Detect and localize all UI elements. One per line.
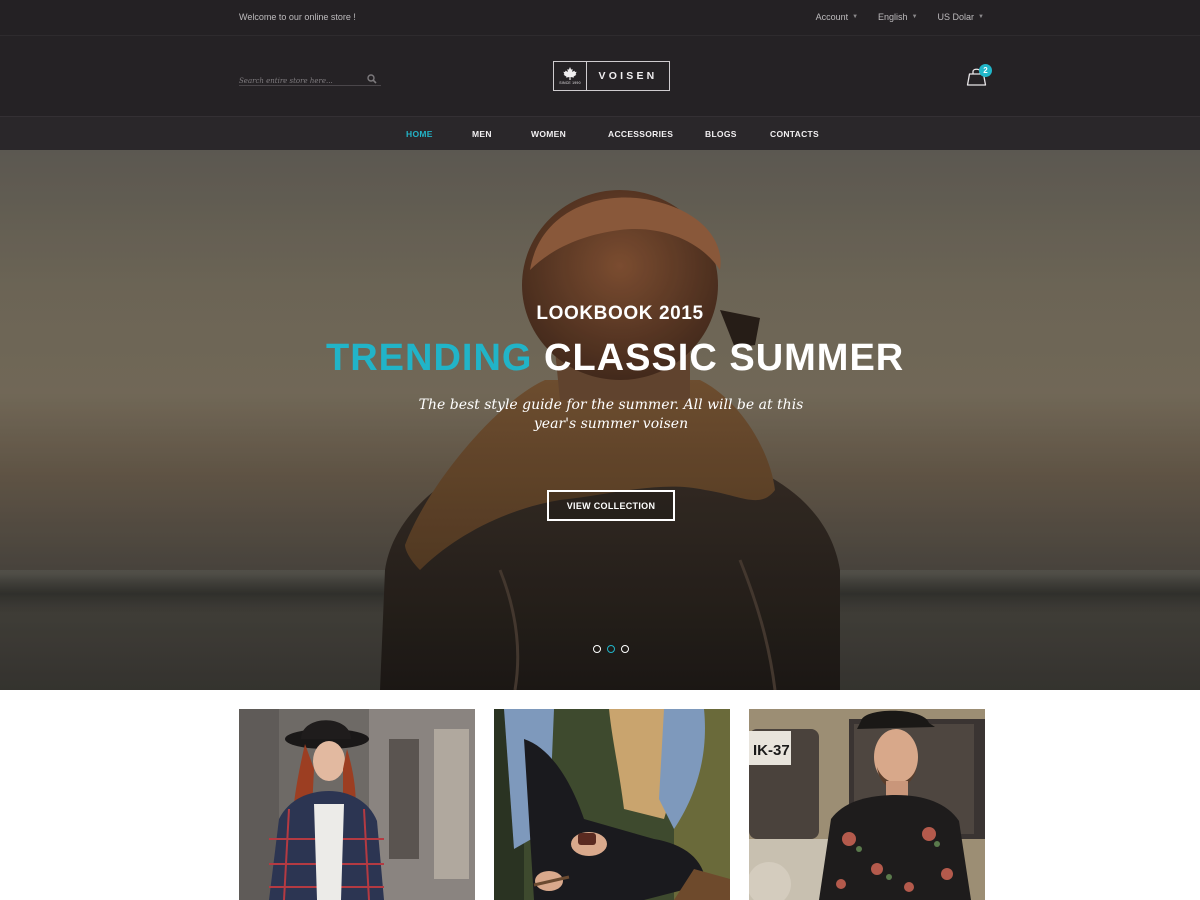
account-dropdown[interactable]: Account ▼ — [816, 12, 858, 22]
product-thumbnail-1[interactable] — [239, 709, 475, 900]
hero-title-accent: TRENDING — [326, 337, 533, 379]
product-thumbnail-3[interactable]: IK-37 — [749, 709, 985, 900]
hero-slider: LOOKBOOK 2015 TRENDING CLASSIC SUMMER Th… — [0, 150, 1200, 690]
header: SINCE 1990 VOISEN 2 — [0, 36, 1200, 117]
top-links: Account ▼ English ▼ US Dolar ▼ — [816, 12, 984, 22]
hero-title: TRENDING CLASSIC SUMMER — [326, 336, 904, 380]
product-thumbnail-2[interactable] — [494, 709, 730, 900]
maple-leaf-icon — [563, 67, 577, 80]
hero-title-main: CLASSIC SUMMER — [532, 337, 905, 379]
nav-item-home[interactable]: HOME — [406, 129, 433, 139]
site-logo[interactable]: SINCE 1990 VOISEN — [553, 61, 670, 91]
search-box — [239, 70, 381, 89]
slider-dot[interactable] — [593, 645, 601, 653]
view-collection-button[interactable]: VIEW COLLECTION — [547, 490, 675, 521]
language-dropdown[interactable]: English ▼ — [878, 12, 917, 22]
search-icon[interactable] — [367, 71, 377, 89]
nav-item-accessories[interactable]: ACCESSORIES — [608, 129, 673, 139]
language-label: English — [878, 12, 908, 22]
slider-dot-active[interactable] — [607, 645, 615, 653]
nav-item-men[interactable]: MEN — [472, 129, 492, 139]
nav-item-blogs[interactable]: BLOGS — [705, 129, 737, 139]
search-input[interactable] — [239, 74, 364, 88]
slider-dot[interactable] — [621, 645, 629, 653]
currency-label: US Dolar — [937, 12, 975, 22]
logo-since: SINCE 1990 — [559, 81, 581, 85]
account-label: Account — [815, 12, 849, 22]
nav-item-women[interactable]: WOMEN — [531, 129, 566, 139]
welcome-message: Welcome to our online store ! — [239, 12, 356, 22]
logo-emblem: SINCE 1990 — [554, 62, 587, 90]
chevron-down-icon: ▼ — [978, 14, 984, 20]
cart-button[interactable]: 2 — [965, 63, 995, 93]
top-bar: Welcome to our online store ! Account ▼ … — [0, 0, 1200, 36]
chevron-down-icon: ▼ — [852, 14, 859, 20]
nav-item-contacts[interactable]: CONTACTS — [770, 129, 819, 139]
woman-plaid-shirt-image — [239, 709, 475, 900]
slider-pagination — [593, 645, 629, 653]
woman-sitting-image — [494, 709, 730, 900]
logo-wordmark: VOISEN — [598, 70, 658, 82]
man-floral-shirt-image: IK-37 — [749, 709, 985, 900]
chevron-down-icon: ▼ — [911, 14, 918, 20]
hero-description: The best style guide for the summer. All… — [418, 397, 804, 432]
main-navigation: HOME MEN WOMEN ACCESSORIES BLOGS CONTACT… — [0, 117, 1200, 150]
currency-dropdown[interactable]: US Dolar ▼ — [938, 12, 984, 22]
hero-eyebrow: LOOKBOOK 2015 — [536, 303, 704, 324]
cart-count-badge: 2 — [979, 64, 992, 77]
license-plate-text: IK-37 — [753, 742, 790, 759]
